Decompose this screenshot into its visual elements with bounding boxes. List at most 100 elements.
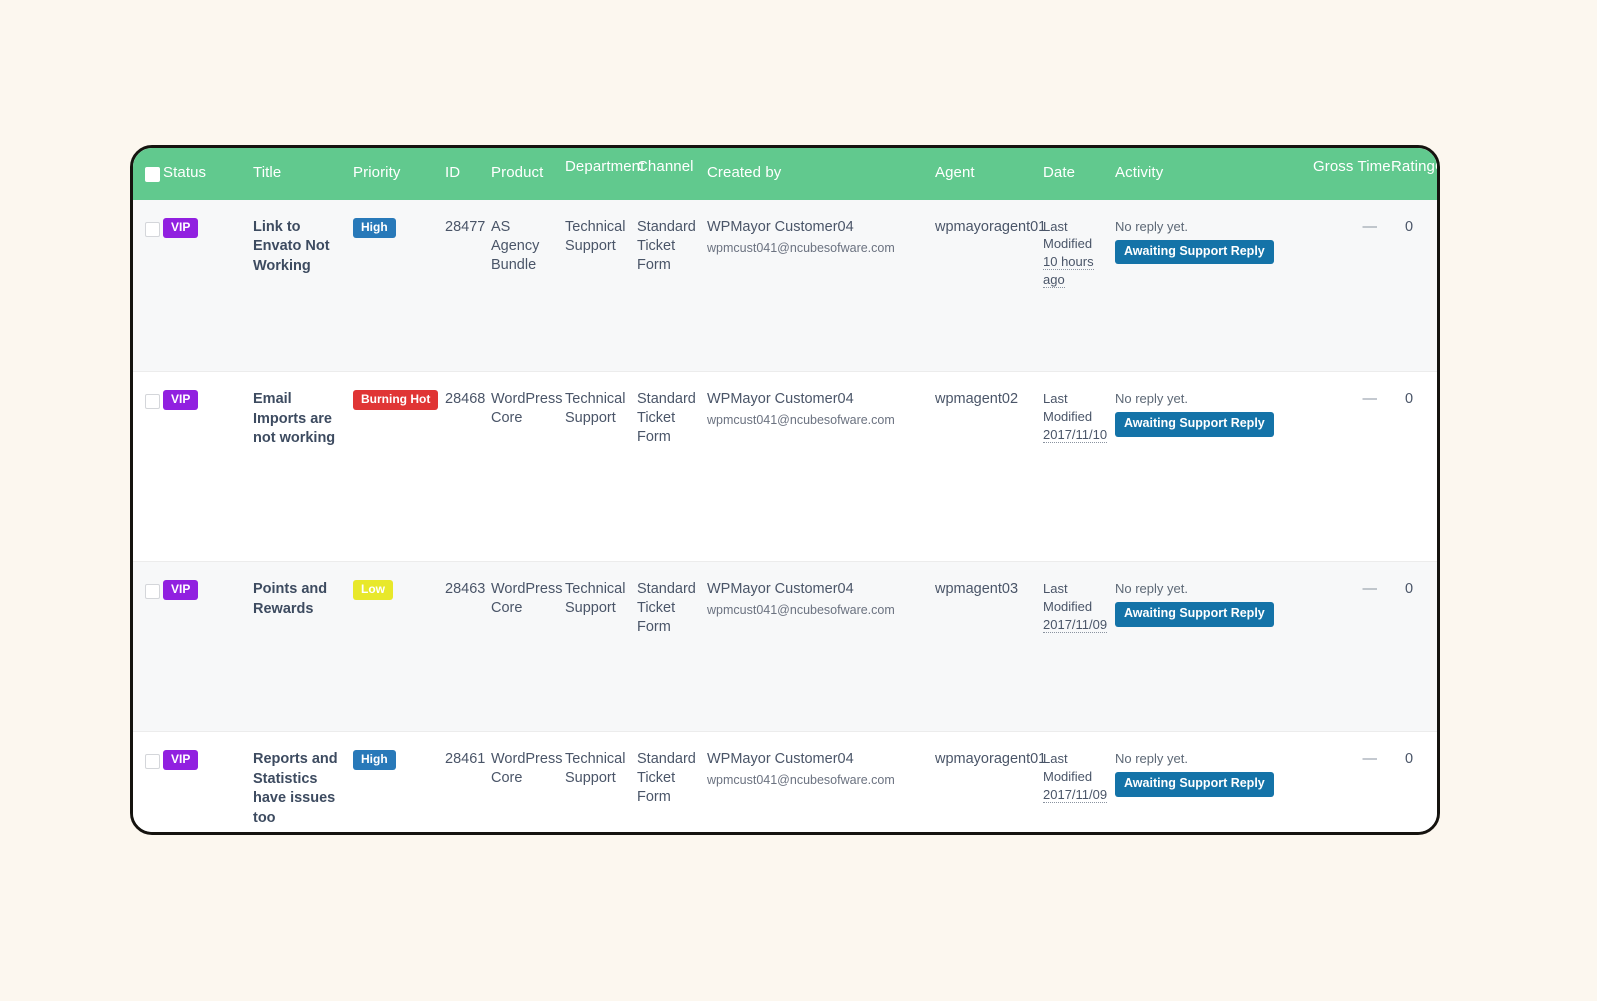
credentials	[1431, 199, 1437, 373]
activity-note: No reply yet.	[1115, 751, 1188, 767]
tickets-table: Status Title Priority ID Product Departm…	[133, 148, 1437, 832]
row-checkbox[interactable]	[145, 754, 160, 770]
activity-cell: No reply yet. Awaiting Support Reply	[1111, 199, 1309, 373]
created-by-email: wpmcust041@ncubesofware.com	[707, 773, 895, 788]
created-by-cell: WPMayor Customer04 wpmcust041@ncubesofwa…	[703, 371, 931, 563]
ticket-department: Technical Support	[561, 561, 633, 733]
ticket-product: AS Agency Bundle	[487, 199, 561, 373]
column-header-activity[interactable]: Activity	[1111, 148, 1309, 200]
column-header-status[interactable]: Status	[159, 148, 249, 200]
rating: 0	[1387, 199, 1431, 373]
created-by-cell: WPMayor Customer04 wpmcust041@ncubesofwa…	[703, 199, 931, 373]
credentials	[1431, 731, 1437, 832]
header-row: Status Title Priority ID Product Departm…	[133, 148, 1437, 200]
row-select-cell[interactable]	[133, 199, 160, 373]
ticket-id: 28468	[441, 371, 487, 563]
column-header-product[interactable]: Product	[487, 148, 561, 200]
credentials	[1431, 371, 1437, 563]
rating: 0	[1387, 561, 1431, 733]
created-by-name: WPMayor Customer04	[707, 751, 854, 768]
tickets-table-scroll[interactable]: Status Title Priority ID Product Departm…	[133, 148, 1437, 832]
ticket-id: 28463	[441, 561, 487, 733]
app-root: Status Title Priority ID Product Departm…	[0, 0, 1597, 1001]
status-cell: VIP	[159, 561, 249, 733]
ticket-date-cell: Last Modified 10 hours ago	[1039, 199, 1111, 373]
activity-cell: No reply yet. Awaiting Support Reply	[1111, 561, 1309, 733]
ticket-product: WordPress Core	[487, 561, 562, 733]
gross-time: —	[1309, 371, 1387, 563]
row-select-cell[interactable]	[133, 731, 160, 832]
activity-note: No reply yet.	[1115, 218, 1188, 234]
priority-cell: High	[349, 731, 441, 832]
status-badge: VIP	[163, 390, 199, 411]
ticket-product: WordPress Core	[487, 371, 562, 563]
ticket-channel: Standard Ticket Form	[633, 731, 703, 832]
ticket-date-cell: Last Modified 2017/11/10	[1039, 371, 1111, 563]
ticket-department: Technical Support	[561, 731, 633, 832]
ticket-agent: wpmagent02	[931, 371, 1039, 563]
rating: 0	[1387, 731, 1431, 832]
priority-badge: High	[353, 750, 396, 771]
row-checkbox[interactable]	[145, 221, 160, 237]
row-checkbox[interactable]	[145, 394, 160, 410]
row-select-cell[interactable]	[133, 371, 160, 563]
column-header-date[interactable]: Date	[1039, 148, 1111, 200]
ticket-channel: Standard Ticket Form	[633, 371, 703, 563]
column-header-rating[interactable]: Rating	[1387, 148, 1435, 200]
ticket-title[interactable]: Reports and Statistics have issues too	[249, 731, 349, 832]
column-header-agent[interactable]: Agent	[931, 148, 1039, 200]
gross-time: —	[1309, 561, 1387, 733]
created-by-email: wpmcust041@ncubesofware.com	[707, 603, 895, 618]
ticket-title[interactable]: Link to Envato Not Working	[249, 199, 349, 373]
ticket-date-cell: Last Modified 2017/11/09	[1039, 561, 1111, 733]
activity-status-badge[interactable]: Awaiting Support Reply	[1115, 772, 1274, 797]
ticket-id: 28461	[441, 731, 487, 832]
credentials	[1431, 561, 1437, 733]
activity-status-badge[interactable]: Awaiting Support Reply	[1115, 602, 1274, 627]
date-label: Last Modified	[1043, 751, 1093, 784]
activity-cell: No reply yet. Awaiting Support Reply	[1111, 731, 1309, 832]
table-header: Status Title Priority ID Product Departm…	[133, 148, 1437, 200]
status-cell: VIP	[159, 371, 249, 563]
ticket-channel: Standard Ticket Form	[633, 199, 703, 373]
select-all-checkbox[interactable]	[145, 166, 160, 182]
date-label: Last Modified	[1043, 391, 1093, 424]
row-checkbox[interactable]	[145, 584, 160, 600]
table-row[interactable]: VIP Email Imports are not working Burnin…	[133, 371, 1437, 563]
column-header-title[interactable]: Title	[249, 148, 349, 200]
created-by-name: WPMayor Customer04	[707, 581, 854, 598]
date-value: 10 hours ago	[1043, 254, 1094, 289]
table-body: VIP Link to Envato Not Working High 2847…	[133, 199, 1437, 832]
column-header-created-by[interactable]: Created by	[703, 148, 931, 200]
created-by-name: WPMayor Customer04	[707, 218, 854, 235]
column-header-department[interactable]: Department	[561, 148, 644, 200]
column-header-id[interactable]: ID	[441, 148, 487, 200]
ticket-department: Technical Support	[561, 371, 633, 563]
ticket-title[interactable]: Points and Rewards	[249, 561, 349, 733]
table-row[interactable]: VIP Reports and Statistics have issues t…	[133, 731, 1437, 832]
date-label: Last Modified	[1043, 218, 1093, 252]
select-all-header[interactable]	[133, 148, 160, 200]
status-cell: VIP	[159, 731, 249, 832]
activity-status-badge[interactable]: Awaiting Support Reply	[1115, 412, 1274, 437]
ticket-date-cell: Last Modified 2017/11/09	[1039, 731, 1111, 832]
activity-cell: No reply yet. Awaiting Support Reply	[1111, 371, 1309, 563]
activity-status-badge[interactable]: Awaiting Support Reply	[1115, 239, 1274, 265]
ticket-channel: Standard Ticket Form	[633, 561, 703, 733]
ticket-title[interactable]: Email Imports are not working	[249, 371, 349, 563]
created-by-email: wpmcust041@ncubesofware.com	[707, 240, 895, 255]
gross-time: —	[1309, 731, 1387, 832]
table-row[interactable]: VIP Link to Envato Not Working High 2847…	[133, 199, 1437, 373]
tickets-table-frame: Status Title Priority ID Product Departm…	[130, 145, 1440, 835]
status-badge: VIP	[163, 580, 199, 601]
column-header-channel[interactable]: Channel	[633, 148, 703, 200]
row-select-cell[interactable]	[133, 561, 160, 733]
rating: 0	[1387, 371, 1431, 563]
column-header-gross-time[interactable]: Gross Time	[1309, 148, 1391, 200]
activity-note: No reply yet.	[1115, 391, 1188, 407]
column-header-priority[interactable]: Priority	[349, 148, 441, 200]
created-by-cell: WPMayor Customer04 wpmcust041@ncubesofwa…	[703, 731, 931, 832]
date-value: 2017/11/09	[1043, 786, 1108, 803]
table-row[interactable]: VIP Points and Rewards Low 28463 WordPre…	[133, 561, 1437, 733]
gross-time: —	[1309, 199, 1387, 373]
